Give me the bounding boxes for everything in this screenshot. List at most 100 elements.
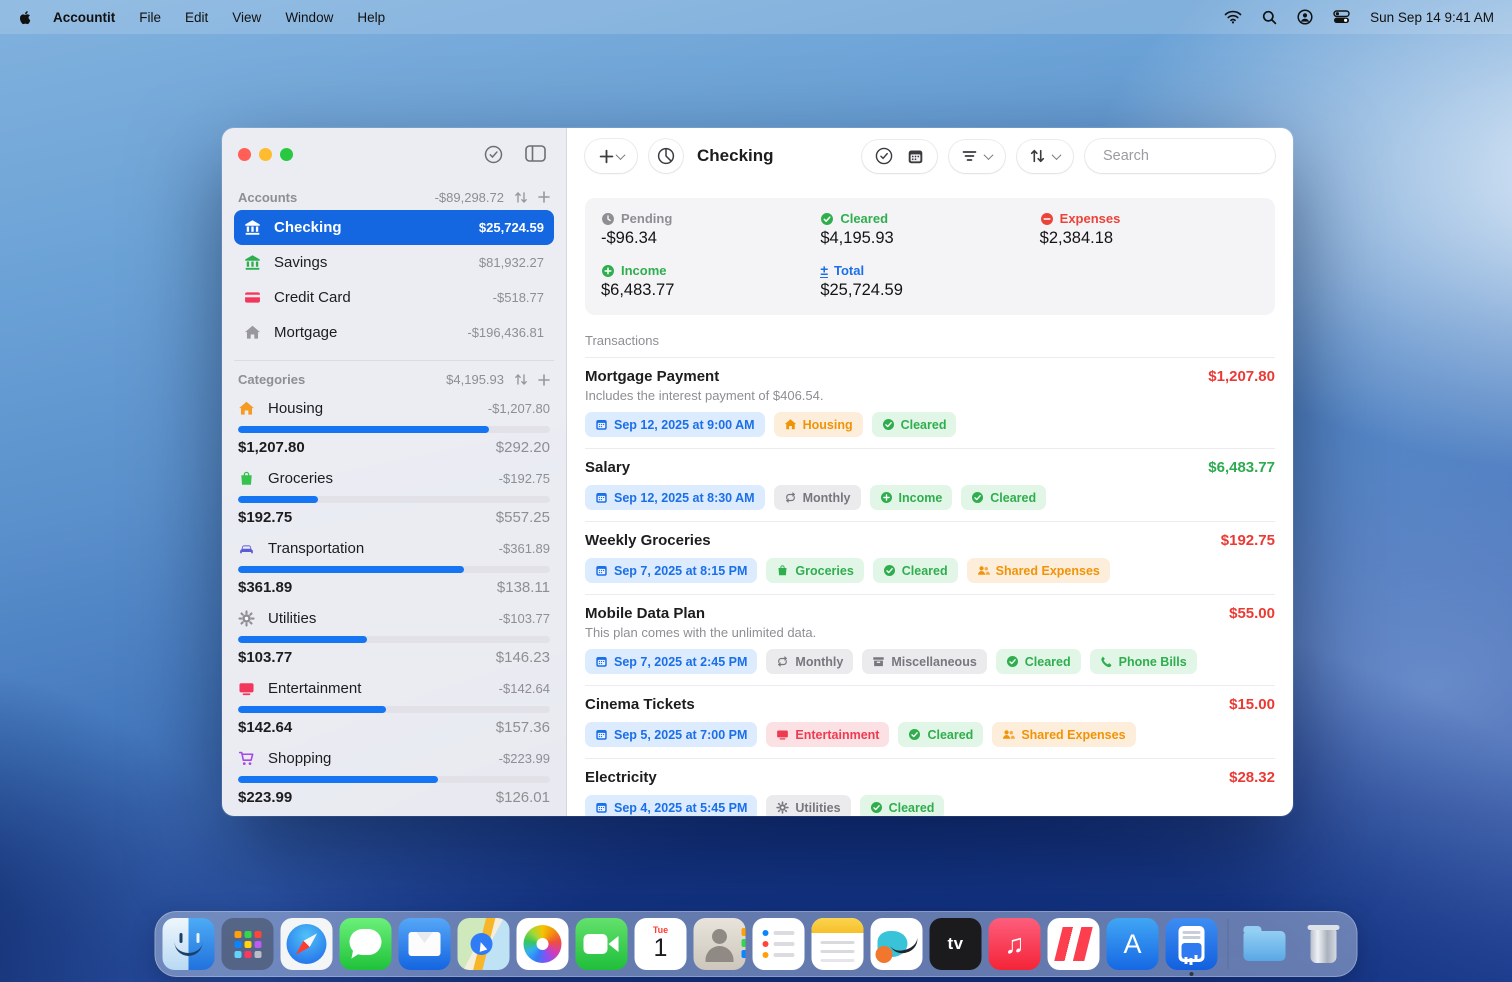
category-groceries[interactable]: Groceries -$192.75 $192.75 $557.25 bbox=[234, 464, 554, 532]
filter-button[interactable] bbox=[949, 140, 1005, 173]
close-button[interactable] bbox=[238, 148, 251, 161]
accounts-sort-icon[interactable] bbox=[514, 191, 528, 204]
transaction-row[interactable]: Salary $6,483.77 Sep 12, 2025 at 8:30 AM… bbox=[585, 449, 1275, 522]
sidebar-item-savings[interactable]: Savings $81,932.27 bbox=[234, 245, 554, 280]
category-tag[interactable]: Utilities bbox=[766, 795, 850, 816]
accountit-dock-icon[interactable] bbox=[1166, 918, 1218, 970]
menu-help[interactable]: Help bbox=[357, 10, 385, 25]
category-tag[interactable]: Groceries bbox=[766, 558, 863, 583]
transaction-row[interactable]: Cinema Tickets $15.00 Sep 5, 2025 at 7:0… bbox=[585, 686, 1275, 759]
plus-icon bbox=[599, 149, 614, 164]
category-tag[interactable]: Miscellaneous bbox=[862, 649, 986, 674]
recurrence-tag[interactable]: Monthly bbox=[766, 649, 853, 674]
trash-dock-icon[interactable] bbox=[1298, 918, 1350, 970]
safari-dock-icon[interactable] bbox=[281, 918, 333, 970]
control-center-icon[interactable] bbox=[1333, 10, 1350, 24]
status-tag[interactable]: Cleared bbox=[898, 722, 983, 747]
downloads-folder-dock-icon[interactable] bbox=[1239, 918, 1291, 970]
income-tag[interactable]: Income bbox=[870, 485, 953, 510]
calendar-icon bbox=[595, 491, 608, 504]
transaction-row[interactable]: Mobile Data Plan $55.00 This plan comes … bbox=[585, 595, 1275, 686]
news-dock-icon[interactable] bbox=[1048, 918, 1100, 970]
category-amount: -$1,207.80 bbox=[488, 401, 550, 416]
date-tag[interactable]: Sep 4, 2025 at 5:45 PM bbox=[585, 795, 757, 816]
apple-menu-icon[interactable] bbox=[18, 10, 33, 25]
phone-bills-tag[interactable]: Phone Bills bbox=[1090, 649, 1197, 674]
spotlight-search-icon[interactable] bbox=[1262, 10, 1277, 25]
status-tag[interactable]: Cleared bbox=[872, 412, 957, 437]
photos-dock-icon[interactable] bbox=[517, 918, 569, 970]
menu-view[interactable]: View bbox=[232, 10, 261, 25]
minimize-button[interactable] bbox=[259, 148, 272, 161]
status-tag[interactable]: Cleared bbox=[996, 649, 1081, 674]
transaction-title: Cinema Tickets bbox=[585, 696, 695, 713]
transaction-title: Mobile Data Plan bbox=[585, 605, 705, 622]
apple-tv-dock-icon[interactable]: tv bbox=[930, 918, 982, 970]
shared-expenses-tag[interactable]: Shared Expenses bbox=[967, 558, 1110, 583]
user-icon[interactable] bbox=[1297, 9, 1313, 25]
sidebar-item-checking[interactable]: Checking $25,724.59 bbox=[234, 210, 554, 245]
transaction-row[interactable]: Electricity $28.32 Sep 4, 2025 at 5:45 P… bbox=[585, 759, 1275, 816]
date-tag[interactable]: Sep 7, 2025 at 8:15 PM bbox=[585, 558, 757, 583]
launchpad-dock-icon[interactable] bbox=[222, 918, 274, 970]
status-tag[interactable]: Cleared bbox=[961, 485, 1046, 510]
menu-file[interactable]: File bbox=[139, 10, 161, 25]
account-summary-card: Pending -$96.34 Cleared $4,195.93 Expens… bbox=[585, 198, 1275, 315]
add-transaction-button[interactable] bbox=[585, 139, 637, 173]
finder-dock-icon[interactable] bbox=[163, 918, 215, 970]
music-dock-icon[interactable]: ♫ bbox=[989, 918, 1041, 970]
mail-dock-icon[interactable] bbox=[399, 918, 451, 970]
status-tag[interactable]: Cleared bbox=[860, 795, 945, 816]
menu-window[interactable]: Window bbox=[285, 10, 333, 25]
transaction-row[interactable]: Weekly Groceries $192.75 Sep 7, 2025 at … bbox=[585, 522, 1275, 595]
categories-section-header: Categories $4,195.93 bbox=[234, 360, 554, 392]
date-tag[interactable]: Sep 5, 2025 at 7:00 PM bbox=[585, 722, 757, 747]
reminders-dock-icon[interactable] bbox=[753, 918, 805, 970]
shared-expenses-tag[interactable]: Shared Expenses bbox=[992, 722, 1135, 747]
bank-icon bbox=[244, 255, 264, 271]
transaction-title: Mortgage Payment bbox=[585, 368, 719, 385]
categories-sort-icon[interactable] bbox=[514, 373, 528, 386]
menu-edit[interactable]: Edit bbox=[185, 10, 208, 25]
toggle-sidebar-icon[interactable] bbox=[525, 145, 546, 162]
contacts-dock-icon[interactable] bbox=[694, 918, 746, 970]
sort-button[interactable] bbox=[1017, 140, 1073, 173]
maps-dock-icon[interactable] bbox=[458, 918, 510, 970]
sidebar-item-mortgage[interactable]: Mortgage -$196,436.81 bbox=[234, 315, 554, 350]
select-mode-icon[interactable] bbox=[484, 145, 503, 164]
app-store-dock-icon[interactable]: A bbox=[1107, 918, 1159, 970]
notes-dock-icon[interactable] bbox=[812, 918, 864, 970]
bank-icon bbox=[244, 220, 264, 236]
calendar-dock-icon[interactable]: Tue1 bbox=[635, 918, 687, 970]
facetime-dock-icon[interactable] bbox=[576, 918, 628, 970]
category-tag[interactable]: Housing bbox=[774, 412, 863, 437]
menu-app-name[interactable]: Accountit bbox=[53, 10, 115, 25]
date-tag[interactable]: Sep 12, 2025 at 9:00 AM bbox=[585, 412, 765, 437]
add-category-icon[interactable] bbox=[538, 374, 550, 386]
select-transactions-icon[interactable] bbox=[875, 147, 893, 165]
status-tag[interactable]: Cleared bbox=[873, 558, 958, 583]
category-housing[interactable]: Housing -$1,207.80 $1,207.80 $292.20 bbox=[234, 394, 554, 462]
menu-bar-clock[interactable]: Sun Sep 14 9:41 AM bbox=[1370, 10, 1494, 25]
calendar-view-icon[interactable] bbox=[907, 148, 924, 165]
zoom-button[interactable] bbox=[280, 148, 293, 161]
search-input[interactable] bbox=[1103, 148, 1290, 164]
shopping-bag-icon bbox=[776, 564, 789, 577]
date-tag[interactable]: Sep 7, 2025 at 2:45 PM bbox=[585, 649, 757, 674]
category-tag[interactable]: Entertainment bbox=[766, 722, 889, 747]
recurrence-tag[interactable]: Monthly bbox=[774, 485, 861, 510]
freeform-dock-icon[interactable] bbox=[871, 918, 923, 970]
category-entertainment[interactable]: Entertainment -$142.64 $142.64 $157.36 bbox=[234, 674, 554, 742]
category-transportation[interactable]: Transportation -$361.89 $361.89 $138.11 bbox=[234, 534, 554, 602]
sidebar-item-credit-card[interactable]: Credit Card -$518.77 bbox=[234, 280, 554, 315]
category-shopping[interactable]: Shopping -$223.99 $223.99 $126.01 bbox=[234, 744, 554, 812]
charts-button[interactable] bbox=[649, 139, 683, 173]
date-tag[interactable]: Sep 12, 2025 at 8:30 AM bbox=[585, 485, 765, 510]
category-amount: -$103.77 bbox=[499, 611, 550, 626]
transaction-row[interactable]: Mortgage Payment $1,207.80 Includes the … bbox=[585, 358, 1275, 449]
wifi-icon[interactable] bbox=[1224, 10, 1242, 24]
search-field[interactable] bbox=[1085, 139, 1275, 173]
messages-dock-icon[interactable] bbox=[340, 918, 392, 970]
add-account-icon[interactable] bbox=[538, 191, 550, 203]
category-utilities[interactable]: Utilities -$103.77 $103.77 $146.23 bbox=[234, 604, 554, 672]
